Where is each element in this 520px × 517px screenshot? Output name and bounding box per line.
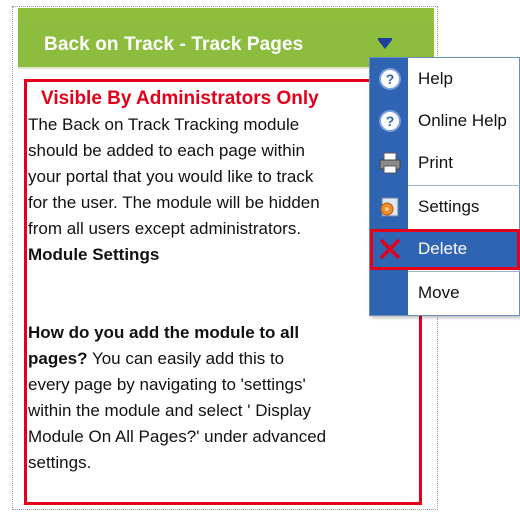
faq-answer-line: Module On All Pages?' under advanced	[28, 427, 327, 446]
menu-item-label: Move	[418, 283, 460, 302]
description-line: your portal that you would like to track	[28, 167, 314, 186]
faq-answer-line: every page by navigating to 'settings'	[28, 375, 306, 394]
menu-separator	[408, 271, 520, 272]
menu-item-move[interactable]: Move	[370, 273, 520, 314]
help-icon: ?	[378, 67, 402, 91]
settings-heading: Module Settings	[28, 245, 160, 264]
faq-question-cont: pages?	[28, 349, 88, 368]
menu-item-label: Delete	[418, 239, 468, 258]
faq-question: How do you add the module to all	[28, 323, 300, 342]
menu-item-settings[interactable]: Settings	[370, 187, 520, 228]
online-help-icon: ?	[378, 109, 402, 133]
faq-answer-line: settings.	[28, 453, 92, 472]
description-line: should be added to each page within	[28, 141, 305, 160]
menu-item-label: Help	[418, 69, 453, 88]
settings-icon	[378, 195, 402, 219]
menu-item-help[interactable]: ? Help	[370, 59, 520, 100]
delete-x-icon	[378, 237, 402, 261]
description-line: from all users except administrators.	[28, 219, 302, 238]
module-top-strip	[18, 8, 434, 19]
printer-icon	[378, 151, 402, 175]
visibility-label: Visible By Administrators Only	[41, 88, 319, 109]
svg-text:?: ?	[386, 71, 395, 87]
menu-item-label: Settings	[418, 197, 480, 216]
menu-separator	[408, 185, 520, 186]
svg-text:?: ?	[386, 113, 395, 129]
module-title: Back on Track - Track Pages	[44, 34, 304, 55]
description-line: for the user. The module will be hidden	[28, 193, 320, 212]
menu-item-online-help[interactable]: ? Online Help	[370, 101, 520, 142]
menu-item-label: Online Help	[418, 111, 507, 130]
menu-item-print[interactable]: Print	[370, 143, 520, 184]
menu-item-delete[interactable]: Delete	[370, 229, 520, 270]
menu-item-label: Print	[418, 153, 453, 172]
faq-answer-line: within the module and select ' Display	[28, 401, 311, 420]
description-line: The Back on Track Tracking module	[28, 115, 300, 134]
chevron-down-icon[interactable]	[378, 40, 392, 49]
faq-answer: You can easily add this to	[87, 349, 285, 368]
